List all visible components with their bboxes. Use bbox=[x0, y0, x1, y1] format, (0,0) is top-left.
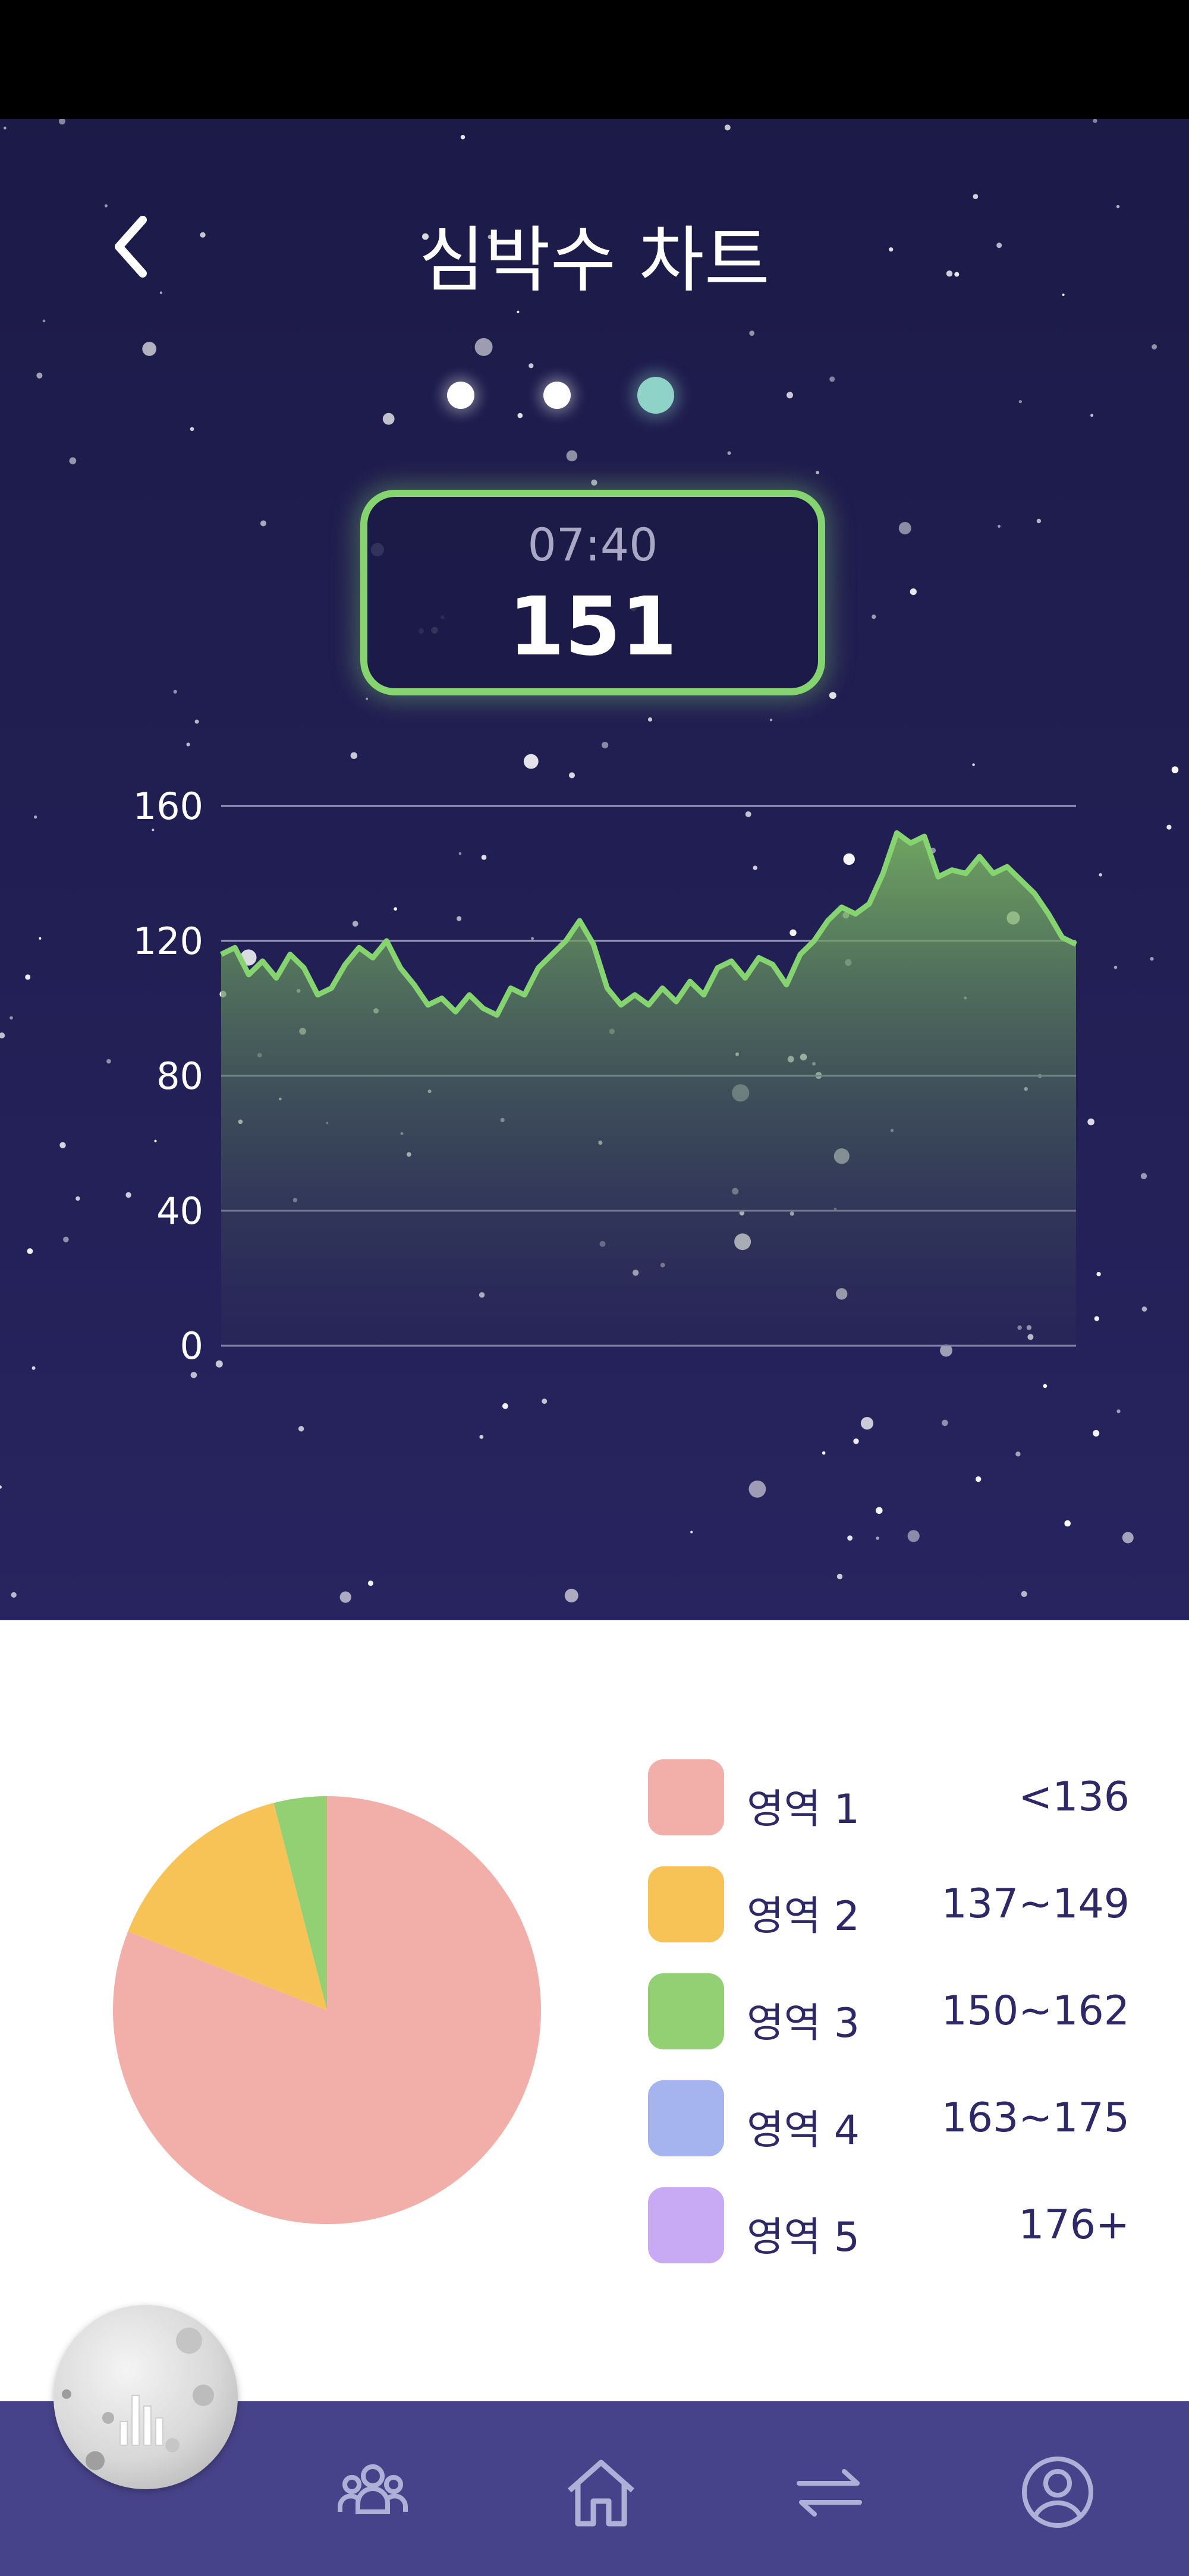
status-bar bbox=[0, 0, 1189, 119]
legend-item: 영역 4 163~175 bbox=[648, 2080, 1135, 2158]
chart-panel: 심박수 차트 160 120 80 40 0 07:40 151 bbox=[0, 119, 1189, 1620]
chart-tooltip: 07:40 151 bbox=[360, 490, 825, 695]
area-fill bbox=[221, 833, 1076, 1346]
zone-range: 150~162 bbox=[941, 1988, 1130, 2035]
y-tick-label: 40 bbox=[156, 1189, 203, 1233]
legend-item: 영역 3 150~162 bbox=[648, 1973, 1135, 2051]
zone-range: 137~149 bbox=[941, 1881, 1130, 1928]
zone-name: 영역 1 bbox=[747, 1786, 860, 1833]
tooltip-time: 07:40 bbox=[527, 518, 658, 571]
nav-community-button[interactable] bbox=[334, 2454, 411, 2531]
zone-5-swatch bbox=[648, 2187, 724, 2263]
profile-icon bbox=[1022, 2457, 1093, 2528]
home-icon bbox=[568, 2460, 634, 2527]
zone-name: 영역 2 bbox=[747, 1893, 860, 1940]
nav-swap-button[interactable] bbox=[791, 2454, 868, 2531]
heart-rate-chart: 160 120 80 40 0 bbox=[133, 785, 1077, 1368]
y-tick-label: 160 bbox=[133, 785, 203, 828]
legend-item: 영역 2 137~149 bbox=[648, 1866, 1135, 1944]
tooltip-value: 151 bbox=[508, 580, 677, 674]
zone-3-swatch bbox=[648, 1973, 724, 2049]
nav-profile-button[interactable] bbox=[1019, 2454, 1096, 2531]
zone-2-swatch bbox=[648, 1866, 724, 1942]
moon-stats-button[interactable] bbox=[54, 2305, 238, 2489]
zone-name: 영역 3 bbox=[747, 2000, 860, 2047]
nav-home-button[interactable] bbox=[562, 2454, 640, 2531]
moon-stats-icon bbox=[62, 2328, 214, 2470]
zone-4-swatch bbox=[648, 2080, 724, 2156]
zone-name: 영역 4 bbox=[747, 2107, 860, 2154]
swap-icon bbox=[797, 2469, 862, 2517]
zone-range: 163~175 bbox=[941, 2095, 1130, 2142]
y-tick-label: 0 bbox=[180, 1324, 203, 1368]
zone-pie-chart bbox=[113, 1796, 541, 2224]
zone-range: 176+ bbox=[1018, 2202, 1130, 2249]
zone-range: <136 bbox=[1018, 1774, 1130, 1821]
y-tick-label: 80 bbox=[156, 1054, 203, 1098]
zone-name: 영역 5 bbox=[747, 2214, 860, 2261]
zone-1-swatch bbox=[648, 1759, 724, 1835]
y-tick-label: 120 bbox=[133, 919, 203, 963]
community-icon bbox=[338, 2464, 408, 2514]
legend-item: 영역 1 <136 bbox=[648, 1759, 1135, 1837]
legend-item: 영역 5 176+ bbox=[648, 2187, 1135, 2265]
